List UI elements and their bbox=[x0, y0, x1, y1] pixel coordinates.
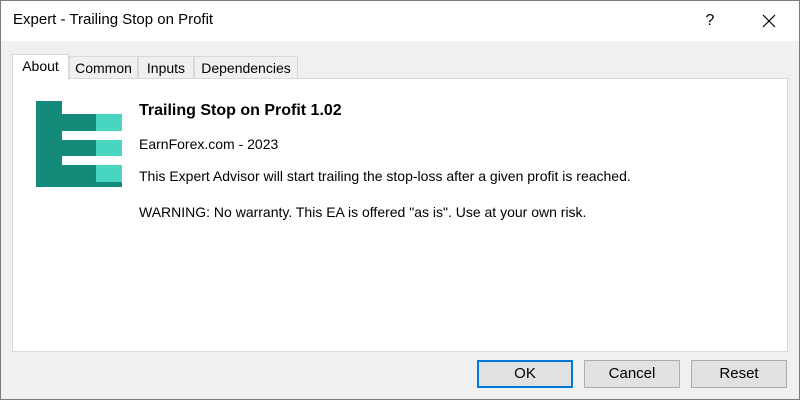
expert-dialog: Expert - Trailing Stop on Profit ? About… bbox=[0, 0, 800, 400]
about-panel: Trailing Stop on Profit 1.02 EarnForex.c… bbox=[12, 78, 788, 352]
close-icon bbox=[762, 14, 776, 28]
description-text: This Expert Advisor will start trailing … bbox=[139, 168, 631, 184]
window-title: Expert - Trailing Stop on Profit bbox=[13, 11, 214, 28]
tab-inputs[interactable]: Inputs bbox=[138, 56, 194, 78]
copyright-text: EarnForex.com - 2023 bbox=[139, 136, 279, 152]
warning-text: WARNING: No warranty. This EA is offered… bbox=[139, 204, 587, 220]
expert-title: Trailing Stop on Profit 1.02 bbox=[139, 102, 342, 119]
tab-dependencies[interactable]: Dependencies bbox=[194, 56, 298, 78]
earnforex-e-logo-icon bbox=[36, 101, 122, 187]
title-bar: Expert - Trailing Stop on Profit ? bbox=[1, 1, 799, 41]
help-button[interactable]: ? bbox=[691, 1, 729, 41]
reset-button[interactable]: Reset bbox=[691, 360, 787, 388]
ok-button[interactable]: OK bbox=[477, 360, 573, 388]
tab-about[interactable]: About bbox=[12, 54, 69, 80]
close-button[interactable] bbox=[749, 1, 789, 41]
cancel-button[interactable]: Cancel bbox=[584, 360, 680, 388]
tab-common[interactable]: Common bbox=[69, 56, 138, 78]
